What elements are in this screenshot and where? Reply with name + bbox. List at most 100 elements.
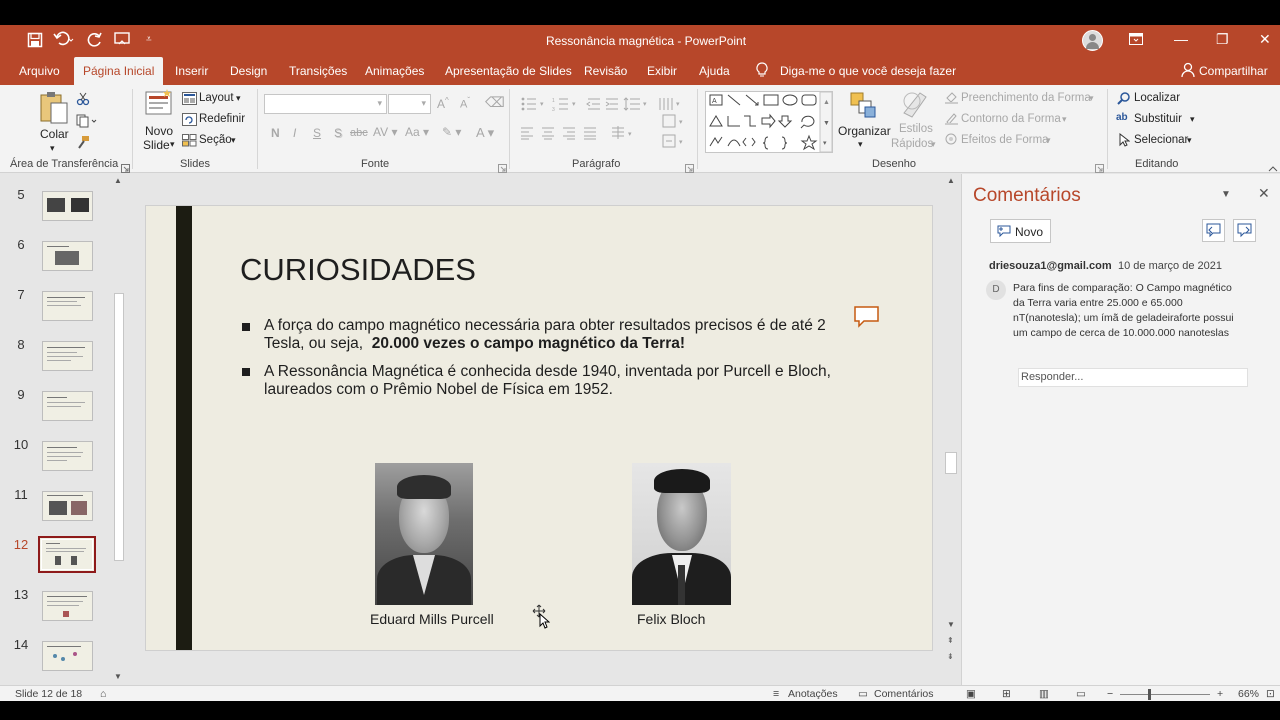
new-slide-dropdown-icon[interactable]: ▾ [170, 139, 175, 150]
reply-input[interactable]: Responder... [1018, 368, 1248, 387]
find-icon[interactable] [1117, 92, 1130, 110]
text-direction-icons[interactable]: ▾ ▾ [661, 113, 689, 158]
new-comment-button[interactable]: Novo [990, 219, 1051, 243]
shape-outline-dropdown-icon[interactable]: ▾ [1062, 114, 1067, 125]
tell-me-search[interactable]: Diga-me o que você deseja fazer [780, 64, 956, 78]
zoom-slider-thumb[interactable] [1148, 689, 1151, 700]
tab-arquivo[interactable]: Arquivo [19, 64, 60, 78]
slide-sorter-icon[interactable]: ⊞ [1002, 688, 1011, 700]
scroll-up-icon[interactable]: ▲ [114, 176, 122, 185]
tab-design[interactable]: Design [230, 64, 267, 78]
shadow-button[interactable]: S [334, 126, 342, 140]
comments-status-icon[interactable]: ▭ [858, 688, 868, 700]
paste-icon[interactable] [39, 91, 69, 130]
slideshow-icon[interactable]: ▭ [1076, 688, 1086, 700]
char-spacing-icon[interactable]: AV ▾ [373, 125, 397, 139]
minimize-button[interactable]: — [1174, 31, 1188, 47]
comments-button[interactable]: Comentários [874, 688, 934, 700]
shape-outline-icon[interactable] [945, 112, 958, 130]
slide-thumbnail-13[interactable] [42, 591, 93, 621]
scroll-down-icon[interactable]: ▼ [114, 672, 122, 681]
change-case-icon[interactable]: Aa ▾ [405, 125, 429, 139]
shape-fill-button[interactable]: Preenchimento da Forma [961, 92, 1091, 104]
thumbnails-scrollbar[interactable]: ▲ ▼ [112, 174, 126, 685]
new-slide-icon[interactable] [145, 89, 173, 124]
normal-view-icon[interactable]: ▣ [966, 688, 976, 700]
slide-thumbnail-7[interactable] [42, 291, 93, 321]
reset-button[interactable]: Redefinir [199, 113, 245, 125]
replace-icon[interactable]: ab [1116, 112, 1128, 123]
slide-thumbnail-12[interactable] [38, 536, 96, 573]
close-pane-icon[interactable]: ✕ [1258, 185, 1270, 202]
quick-styles-dropdown-icon[interactable]: ▾ [931, 139, 936, 150]
tab-animacoes[interactable]: Animações [365, 64, 424, 78]
slide-thumbnail-14[interactable] [42, 641, 93, 671]
slide-thumbnail-6[interactable] [42, 241, 93, 271]
tab-apresentacao[interactable]: Apresentação de Slides [445, 64, 572, 78]
tab-exibir[interactable]: Exibir [647, 64, 677, 78]
shape-effects-button[interactable]: Efeitos de Forma [961, 134, 1049, 146]
decrease-font-icon[interactable]: Aˇ [460, 96, 470, 111]
zoom-slider[interactable] [1120, 694, 1210, 695]
notes-icon[interactable]: ≡ [773, 688, 779, 700]
pane-options-icon[interactable]: ▼ [1221, 189, 1231, 200]
scroll-down-icon[interactable]: ▼ [947, 620, 955, 629]
section-icon[interactable] [182, 134, 197, 152]
slide-thumbnail-10[interactable] [42, 441, 93, 471]
zoom-in-icon[interactable]: + [1217, 688, 1223, 700]
shapes-gallery[interactable]: A ▲ ▼ ▾ [705, 91, 833, 153]
slide-title[interactable]: CURIOSIDADES [240, 252, 476, 288]
layout-button[interactable]: Layout [199, 92, 234, 104]
bullet-2-line-1[interactable]: A Ressonância Magnética é conhecida desd… [264, 363, 831, 381]
tab-transicoes[interactable]: Transições [289, 64, 347, 78]
tab-ajuda[interactable]: Ajuda [699, 64, 730, 78]
share-icon[interactable] [1181, 62, 1195, 81]
previous-slide-icon[interactable]: ⇞ [947, 636, 954, 645]
slide-thumbnail-11[interactable] [42, 491, 93, 521]
slide-scrollbar[interactable]: ▲ ▼ ⇞ ⇟ [944, 174, 958, 685]
section-dropdown-icon[interactable]: ▾ [231, 135, 236, 146]
account-avatar-icon[interactable] [1082, 30, 1103, 51]
current-slide[interactable]: CURIOSIDADES A força do campo magnético … [145, 205, 933, 651]
scroll-up-icon[interactable]: ▲ [947, 176, 955, 185]
find-button[interactable]: Localizar [1134, 92, 1180, 104]
increase-font-icon[interactable]: A^ [437, 96, 449, 111]
shape-effects-dropdown-icon[interactable]: ▾ [1046, 135, 1051, 146]
tab-revisao[interactable]: Revisão [584, 64, 627, 78]
notes-button[interactable]: Anotações [788, 688, 838, 700]
accessibility-icon[interactable]: ⌂ [100, 688, 106, 700]
paste-button[interactable]: Colar [40, 127, 69, 141]
shape-outline-button[interactable]: Contorno da Forma [961, 113, 1061, 125]
layout-icon[interactable] [182, 92, 197, 110]
layout-dropdown-icon[interactable]: ▾ [236, 93, 241, 104]
slide-thumbnail-5[interactable] [42, 191, 93, 221]
replace-dropdown-icon[interactable]: ▾ [1190, 114, 1195, 125]
previous-comment-icon[interactable] [1202, 219, 1225, 242]
comment-marker-icon[interactable] [854, 306, 880, 333]
shape-effects-icon[interactable] [945, 133, 958, 151]
underline-button[interactable]: S [313, 126, 321, 140]
italic-button[interactable]: I [293, 126, 296, 140]
bullet-1-line-1[interactable]: A força do campo magnético necessária pa… [264, 317, 826, 335]
bullet-1-line-2[interactable]: Tesla, ou seja, 20.000 vezes o campo mag… [264, 335, 685, 353]
bloch-photo[interactable] [632, 463, 731, 605]
quick-styles-button[interactable]: Estilos [899, 123, 933, 135]
paste-dropdown-icon[interactable]: ▾ [50, 143, 55, 154]
ribbon-display-options-icon[interactable] [1129, 32, 1143, 48]
scroll-thumb[interactable] [945, 452, 957, 474]
bloch-caption[interactable]: Felix Bloch [637, 611, 705, 627]
bold-button[interactable]: N [271, 126, 280, 140]
font-name-select[interactable]: ▾ [264, 94, 387, 114]
arrange-dropdown-icon[interactable]: ▾ [858, 139, 863, 150]
quick-styles-button-line2[interactable]: Rápidos [891, 138, 933, 150]
font-size-select[interactable]: ▾ [388, 94, 431, 114]
purcell-photo[interactable] [375, 463, 473, 605]
zoom-out-icon[interactable]: − [1107, 688, 1113, 700]
select-button[interactable]: Selecionar [1134, 134, 1188, 146]
bullet-2-line-2[interactable]: laureados com o Prêmio Nobel de Física e… [264, 381, 613, 399]
format-painter-icon[interactable] [76, 135, 90, 154]
slide-thumbnail-9[interactable] [42, 391, 93, 421]
next-comment-icon[interactable] [1233, 219, 1256, 242]
strikethrough-button[interactable]: abc [350, 127, 368, 139]
purcell-caption[interactable]: Eduard Mills Purcell [370, 611, 494, 627]
